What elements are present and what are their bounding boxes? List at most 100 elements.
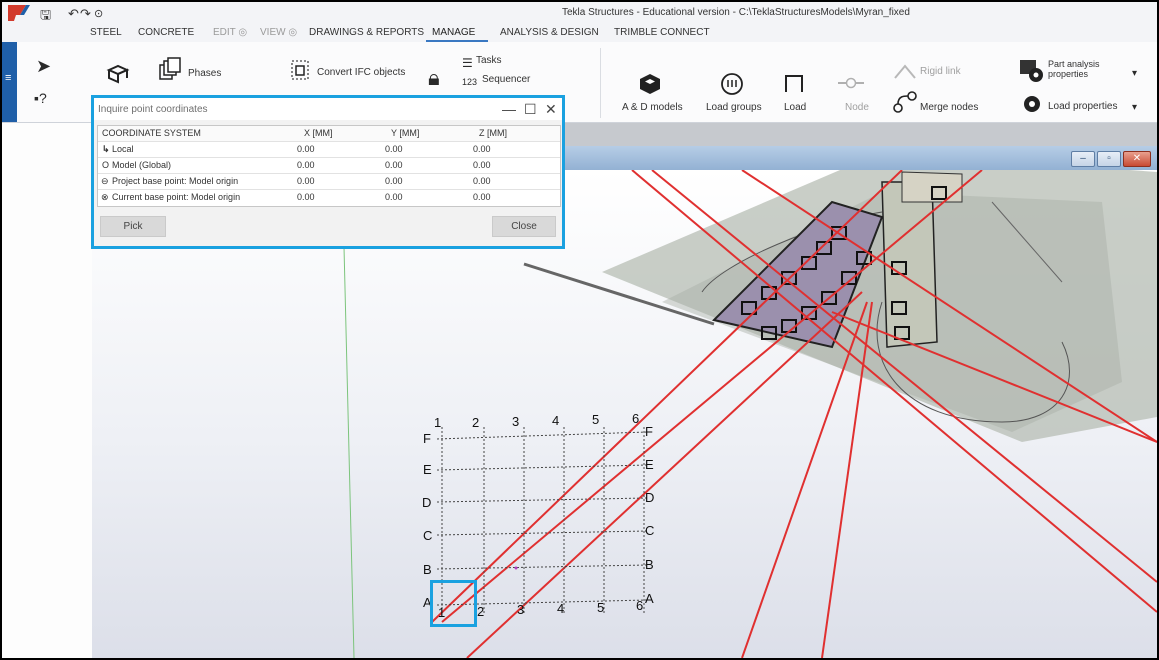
column-header-system[interactable]: COORDINATE SYSTEM <box>102 128 201 138</box>
table-row[interactable]: ⊖ Project base point: Model origin 0.00 … <box>98 174 560 190</box>
grid-label-bottom-2: 2 <box>477 604 484 619</box>
side-toolbar-toggle[interactable]: ≡ <box>2 42 17 122</box>
grid-label-left-f: F <box>423 431 431 446</box>
restore-view-button[interactable]: ▫ <box>1097 151 1121 167</box>
redo-icon[interactable]: ↷ <box>80 6 91 22</box>
tab-manage[interactable]: MANAGE <box>432 27 475 38</box>
tasks-icon: ☰ <box>462 56 473 70</box>
row-y: 0.00 <box>385 160 403 170</box>
load-button[interactable]: Load <box>784 102 806 113</box>
tekla-logo-icon[interactable] <box>6 3 32 23</box>
ribbon-separator <box>600 48 601 118</box>
ad-models-icon[interactable] <box>638 72 662 96</box>
organizer-icon[interactable] <box>106 62 130 90</box>
node-button[interactable]: Node <box>845 102 869 113</box>
tab-view[interactable]: VIEW ◎ <box>260 27 297 38</box>
row-y: 0.00 <box>385 144 403 154</box>
history-icon[interactable]: ⊙ <box>94 7 103 20</box>
origin-highlight-box <box>430 580 477 627</box>
select-pointer-icon[interactable]: ➤ <box>36 56 51 76</box>
load-groups-button[interactable]: Load groups <box>706 102 762 113</box>
part-analysis-properties-button[interactable]: Part analysis properties <box>1048 59 1108 79</box>
menu-tabs: STEEL CONCRETE EDIT ◎ VIEW ◎ DRAWINGS & … <box>2 24 1157 42</box>
close-view-button[interactable]: ✕ <box>1123 151 1151 167</box>
side-panel <box>2 123 93 658</box>
eye-icon: ◎ <box>238 27 248 38</box>
row-x: 0.00 <box>297 144 315 154</box>
merge-nodes-button[interactable]: Merge nodes <box>920 102 978 113</box>
grid-label-top-2: 2 <box>472 415 479 430</box>
convert-ifc-icon[interactable] <box>288 58 312 82</box>
minimize-icon[interactable]: — <box>502 101 516 117</box>
close-icon[interactable]: ✕ <box>545 101 557 118</box>
local-icon: ↳ <box>102 144 110 154</box>
row-z: 0.00 <box>473 192 491 202</box>
grid-label-right-a: A <box>645 591 654 606</box>
load-properties-icon[interactable] <box>1022 94 1042 114</box>
dropdown-arrow-icon[interactable]: ▾ <box>1132 98 1137 118</box>
row-name: Current base point: Model origin <box>112 192 241 202</box>
tab-analysis-design[interactable]: ANALYSIS & DESIGN <box>500 27 599 38</box>
menu-icon: ≡ <box>5 72 12 84</box>
load-icon[interactable] <box>782 72 806 96</box>
grid-label-right-d: D <box>645 490 654 505</box>
grid-label-right-e: E <box>645 457 654 472</box>
row-z: 0.00 <box>473 176 491 186</box>
grid-label-top-6: 6 <box>632 411 639 426</box>
grid-label-bottom-5: 5 <box>597 600 604 615</box>
dropdown-arrow-icon[interactable]: ▾ <box>1132 64 1137 84</box>
coordinates-table: COORDINATE SYSTEM X [MM] Y [MM] Z [MM] ↳… <box>97 125 561 207</box>
dialog-titlebar[interactable]: Inquire point coordinates — ☐ ✕ <box>94 98 562 120</box>
row-z: 0.00 <box>473 160 491 170</box>
table-row[interactable]: ↳ Local 0.00 0.00 0.00 <box>98 142 560 158</box>
close-button[interactable]: Close <box>492 216 556 237</box>
grid-label-right-f: F <box>645 424 653 439</box>
merge-nodes-icon[interactable] <box>892 90 918 114</box>
grid-label-bottom-4: 4 <box>557 601 564 616</box>
grid-label-left-b: B <box>423 562 432 577</box>
part-analysis-properties-icon[interactable] <box>1018 58 1046 84</box>
minimize-view-button[interactable]: – <box>1071 151 1095 167</box>
eye-icon: ◎ <box>288 27 298 38</box>
tasks-button[interactable]: Tasks <box>476 55 502 66</box>
dialog-title: Inquire point coordinates <box>98 104 208 115</box>
grid-label-left-c: C <box>423 528 432 543</box>
tab-edit[interactable]: EDIT ◎ <box>213 27 247 38</box>
tab-steel[interactable]: STEEL <box>90 27 122 38</box>
pick-button[interactable]: Pick <box>100 216 166 237</box>
convert-ifc-button[interactable]: Convert IFC objects <box>317 67 405 78</box>
column-header-x[interactable]: X [MM] <box>304 128 333 138</box>
node-icon[interactable] <box>838 76 864 90</box>
rigid-link-button[interactable]: Rigid link <box>920 66 961 77</box>
column-header-y[interactable]: Y [MM] <box>391 128 419 138</box>
inquire-point-coordinates-dialog: Inquire point coordinates — ☐ ✕ COORDINA… <box>91 95 565 249</box>
maximize-icon[interactable]: ☐ <box>524 101 537 118</box>
tab-concrete[interactable]: CONCRETE <box>138 27 194 38</box>
row-name: Local <box>112 144 134 154</box>
ad-models-button[interactable]: A & D models <box>622 102 683 113</box>
phases-button[interactable]: Phases <box>188 68 221 79</box>
lock-icon[interactable]: 🔒︎ <box>428 67 440 89</box>
tab-trimble-connect[interactable]: TRIMBLE CONNECT <box>614 27 710 38</box>
phases-icon[interactable] <box>158 57 184 83</box>
window-title: Tekla Structures - Educational version -… <box>562 7 910 18</box>
title-bar: 🖫 ↶ ↷ ⊙ Tekla Structures - Educational v… <box>2 2 1157 24</box>
rigid-link-icon[interactable] <box>892 60 918 82</box>
grid-label-left-d: D <box>422 495 431 510</box>
grid-label-top-5: 5 <box>592 412 599 427</box>
undo-icon[interactable]: ↶ <box>68 6 79 22</box>
application-window: 🖫 ↶ ↷ ⊙ Tekla Structures - Educational v… <box>0 0 1159 660</box>
help-pointer-icon[interactable]: ▪? <box>34 88 47 108</box>
table-row[interactable]: ⊗ Current base point: Model origin 0.00 … <box>98 190 560 205</box>
tab-drawings-reports[interactable]: DRAWINGS & REPORTS <box>309 27 424 38</box>
load-groups-icon[interactable] <box>720 72 744 96</box>
table-row[interactable]: O Model (Global) 0.00 0.00 0.00 <box>98 158 560 174</box>
row-x: 0.00 <box>297 160 315 170</box>
sequencer-button[interactable]: Sequencer <box>482 74 530 85</box>
column-header-z[interactable]: Z [MM] <box>479 128 507 138</box>
sequencer-icon: 123 <box>462 77 478 87</box>
grid-label-top-3: 3 <box>512 414 519 429</box>
load-properties-button[interactable]: Load properties <box>1048 101 1118 112</box>
current-base-point-icon: ⊗ <box>101 192 109 202</box>
row-y: 0.00 <box>385 176 403 186</box>
